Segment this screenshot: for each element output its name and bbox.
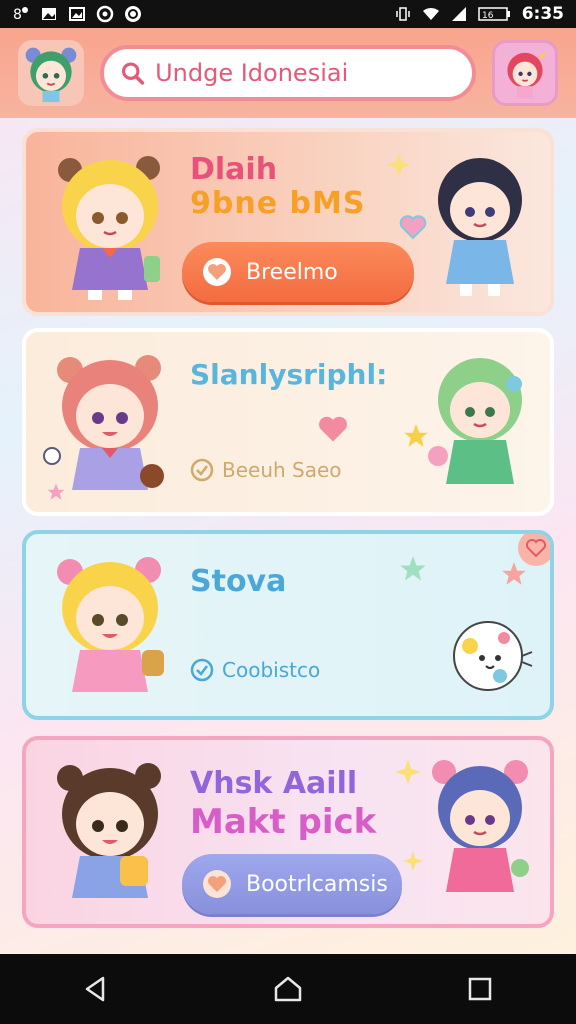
search-input[interactable] [155, 59, 456, 87]
heart-sticker-icon [319, 416, 347, 442]
blonde-girl-character-icon [58, 156, 160, 300]
category-card-4[interactable]: Vhsk Aaill Makt pick Bootrlcamsis [22, 736, 554, 928]
circle-app-icon [124, 5, 142, 23]
search-bar[interactable] [100, 45, 476, 101]
sparkle-icon [395, 759, 421, 785]
yellow-hair-girl-character-icon [57, 557, 164, 692]
home-icon [274, 976, 302, 1002]
card-2-check-row[interactable]: Beeuh Saeo [190, 458, 342, 482]
check-icon [190, 458, 214, 482]
pink-hair-girl-character-icon [43, 355, 164, 490]
card-1-title-line2: 9bne bMS [190, 186, 366, 221]
svg-text:8: 8 [13, 7, 22, 23]
category-card-2[interactable]: Slanlysriphl: Beeuh Saeo [22, 328, 554, 516]
sync-icon [96, 5, 114, 23]
category-card-1[interactable]: Dlaih 9bne bMS Breelmo [22, 128, 554, 316]
vibrate-icon [394, 5, 412, 23]
system-nav-bar [0, 954, 576, 1024]
star-icon [47, 483, 65, 500]
nav-back-button[interactable] [66, 964, 126, 1014]
heart-icon [203, 870, 231, 898]
green-hair-avatar-icon [25, 47, 77, 103]
card-1-action-label: Breelmo [246, 259, 338, 285]
heart-badge-icon [518, 534, 550, 566]
recents-icon [468, 977, 492, 1001]
card-2-title: Slanlysriphl: [190, 358, 388, 391]
card-4-title-line2: Makt pick [190, 802, 377, 842]
card-3-title: Stova [190, 564, 287, 599]
card-1-title-line1: Dlaih [190, 152, 278, 187]
card-2-check-label: Beeuh Saeo [222, 458, 342, 482]
svg-text:16: 16 [482, 11, 494, 21]
card-3-check-row[interactable]: Coobistco [190, 658, 320, 682]
star-icon [400, 556, 426, 581]
status-bar: 8 16 6:35 [0, 0, 576, 28]
battery-icon: 16 [477, 5, 512, 23]
round-mascot-icon [453, 621, 533, 691]
back-icon [85, 976, 105, 1002]
card-3-check-label: Coobistco [222, 658, 321, 682]
search-icon [122, 62, 145, 85]
profile-avatar[interactable] [18, 40, 84, 106]
card-4-action-button[interactable]: Bootrlcamsis [182, 854, 402, 914]
dark-hair-girl-character-icon [438, 158, 522, 296]
image-icon [40, 5, 58, 23]
heart-icon [203, 258, 231, 286]
green-hair-girl-character-icon [428, 358, 522, 484]
status-left-icons: 8 [12, 5, 142, 23]
card-4-title-line1: Vhsk Aaill [190, 766, 358, 801]
blue-hair-girl-character-icon [432, 760, 529, 892]
check-icon [190, 658, 214, 682]
nav-home-button[interactable] [258, 964, 318, 1014]
nav-recents-button[interactable] [450, 964, 510, 1014]
status-time: 6:35 [521, 4, 564, 24]
account-avatar[interactable] [492, 40, 558, 106]
notification-icon: 8 [12, 5, 30, 23]
wifi-icon [422, 5, 440, 23]
pink-hair-avatar-icon [507, 49, 547, 99]
signal-icon [450, 5, 468, 23]
card-1-action-button[interactable]: Breelmo [182, 242, 414, 302]
gallery-icon [68, 5, 86, 23]
sparkle-icon [387, 153, 411, 177]
brown-hair-girl-character-icon [57, 763, 161, 898]
status-right-icons: 16 6:35 [394, 4, 564, 24]
app-header [0, 28, 576, 118]
category-card-3[interactable]: Stova Coobistco [22, 530, 554, 720]
card-4-action-label: Bootrlcamsis [246, 871, 388, 897]
